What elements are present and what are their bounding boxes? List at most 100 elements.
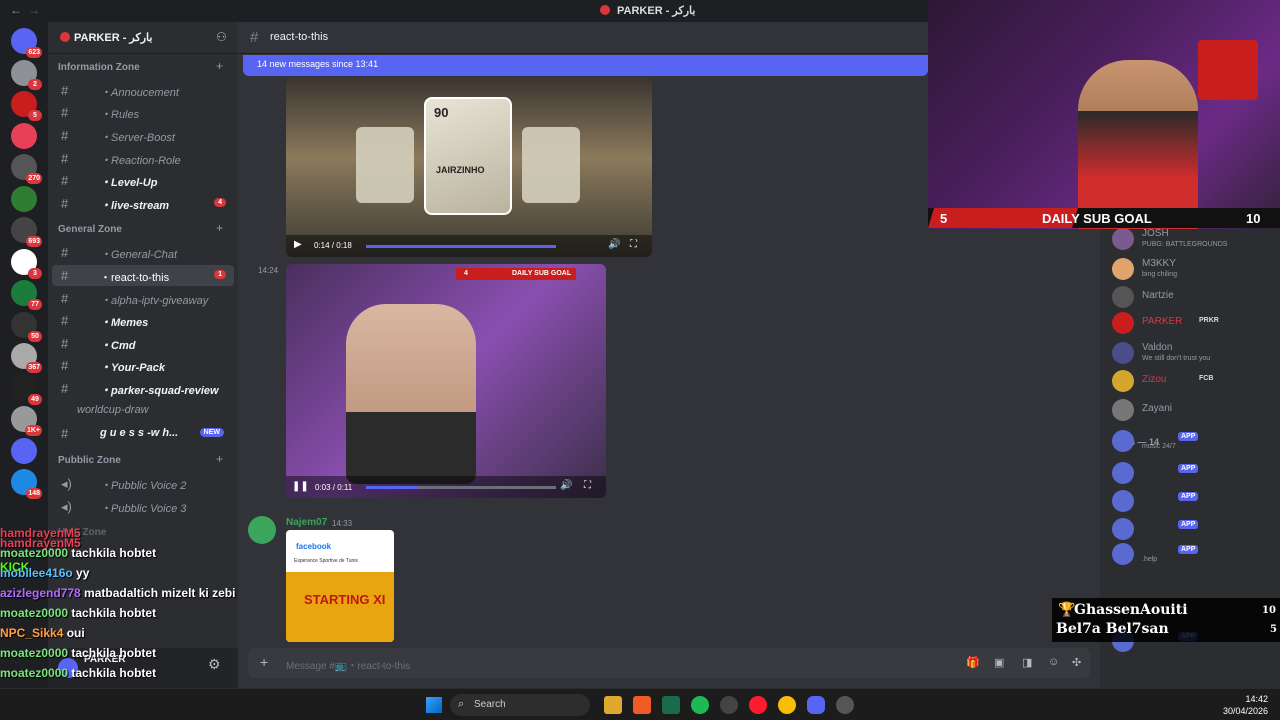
channel-item[interactable]: worldcup-draw (52, 400, 234, 421)
volume-icon[interactable]: 🔊 (608, 239, 620, 250)
member-item[interactable]: PARKER PRKR (1112, 312, 1277, 334)
progress-bar[interactable] (366, 486, 556, 489)
bot-item[interactable]: APP (1112, 518, 1277, 540)
member-item[interactable]: Zizou FCB (1112, 370, 1277, 392)
channel-item[interactable]: # ・live-stream 4 (52, 193, 234, 214)
message-input[interactable]: + Message #📺・react-to-this 🎁 ▣ ◨ ☺ ✣ (248, 648, 1090, 678)
server-icon[interactable]: 2 (11, 59, 42, 90)
channel-item[interactable]: # ・Annoucement (52, 80, 234, 101)
message-author[interactable]: Najem07 (286, 517, 327, 528)
channel-item[interactable]: ◂) ・Pubblic Voice 3 (52, 496, 234, 517)
server-icon[interactable] (11, 122, 37, 149)
server-badge: 5 (28, 110, 42, 121)
gif-icon[interactable]: ▣ (994, 656, 1004, 669)
chat-username: hamdrayenM5 (0, 526, 81, 540)
channel-item[interactable]: # ・Cmd (52, 333, 234, 354)
bot-item[interactable]: APP .help (1112, 543, 1277, 565)
channel-item[interactable]: # ・Rules (52, 102, 234, 123)
gift-icon[interactable]: 🎁 (966, 656, 980, 669)
channel-item[interactable]: # g u e s s -w h... NEW (52, 423, 234, 444)
back-arrow-icon[interactable]: ← (10, 3, 22, 17)
member-item[interactable]: Nartzie (1112, 286, 1277, 308)
image-attachment[interactable]: facebook Esperance Sportive de Tunis STA… (286, 530, 394, 642)
volume-icon[interactable]: 🔊 (560, 480, 572, 491)
server-icon[interactable]: 50 (11, 311, 42, 342)
member-item[interactable]: Zayani (1112, 399, 1277, 421)
channel-item[interactable]: # ・Server-Boost (52, 125, 234, 146)
hash-icon: # (61, 83, 69, 98)
avatar (1112, 399, 1134, 421)
new-messages-bar[interactable]: 14 new messages since 13:41 (243, 55, 928, 76)
channel-item[interactable]: # ・General-Chat (52, 242, 234, 263)
server-icon[interactable]: 49 (11, 374, 42, 405)
server-icon (60, 32, 70, 42)
add-channel-icon[interactable]: + (216, 59, 223, 73)
progress-bar[interactable] (366, 245, 556, 248)
channel-label: ・alpha-iptv-giveaway (100, 295, 209, 307)
emoji-icon[interactable]: ☺ (1048, 656, 1059, 668)
server-icon[interactable]: 270 (11, 154, 42, 184)
server-icon[interactable]: 693 (11, 217, 42, 247)
channel-item[interactable]: # ・Reaction-Role (52, 148, 234, 169)
app-icon[interactable] (836, 696, 854, 714)
player-card-left (356, 127, 414, 203)
play-icon[interactable]: ▶ (294, 239, 302, 250)
add-attachment-icon[interactable]: + (260, 654, 268, 670)
fullscreen-icon[interactable]: ⛶ (584, 480, 591, 491)
avatar (1112, 342, 1134, 364)
app-icon[interactable] (662, 696, 680, 714)
hash-icon: # (250, 29, 259, 46)
channel-item[interactable]: # ・react-to-this 1 (52, 265, 234, 286)
channel-item[interactable]: # ・Level-Up (52, 170, 234, 191)
app-tag: APP (1178, 464, 1199, 473)
person-figure (346, 304, 476, 484)
server-header[interactable]: PARKER - باركر ⚇ (48, 22, 238, 54)
server-icon[interactable]: 1K+ (11, 406, 42, 436)
fullscreen-icon[interactable]: ⛶ (630, 239, 637, 250)
video-player-1[interactable]: 90 JAIRZINHO ▶ 0:14 / 0:18 🔊 ⛶ (286, 77, 652, 257)
bot-item[interactable]: APP (1112, 462, 1277, 484)
add-channel-icon[interactable]: + (216, 452, 223, 466)
apps-icon[interactable]: ✣ (1072, 656, 1081, 669)
video-player-2[interactable]: 4 DAILY SUB GOAL ❚❚ 0:03 / 0:11 🔊 ⛶ (286, 264, 606, 498)
channel-item[interactable]: # ・alpha-iptv-giveaway (52, 288, 234, 309)
channel-item[interactable]: # ・Memes (52, 310, 234, 331)
server-icon[interactable] (11, 437, 37, 464)
category-information[interactable]: Information Zone (58, 62, 140, 73)
server-icon[interactable]: 3 (11, 248, 42, 279)
category-general[interactable]: General Zone (58, 224, 122, 235)
sticker-icon[interactable]: ◨ (1022, 656, 1032, 669)
discord-icon[interactable] (807, 696, 825, 714)
member-item[interactable]: JOSH PUBG: BATTLEGROUNDS (1112, 228, 1277, 250)
server-badge: 270 (26, 173, 42, 184)
app-icon[interactable] (720, 696, 738, 714)
server-icon[interactable]: 148 (11, 469, 42, 499)
folder-icon[interactable] (604, 696, 622, 714)
bot-item[interactable]: APP music 24/7 (1112, 430, 1277, 452)
chrome-icon[interactable] (778, 696, 796, 714)
channel-label: ・Cmd (100, 340, 136, 352)
opera-icon[interactable] (749, 696, 767, 714)
avatar (1112, 258, 1134, 280)
server-icon[interactable]: 367 (11, 343, 42, 373)
channel-item[interactable]: ◂) ・Pubblic Voice 2 (52, 473, 234, 494)
bot-item[interactable]: APP (1112, 490, 1277, 512)
member-item[interactable]: M3KKY bing chiling (1112, 258, 1277, 280)
windows-start-icon[interactable] (426, 697, 442, 713)
category-public[interactable]: Pubblic Zone (58, 455, 121, 466)
server-icon[interactable] (11, 185, 37, 212)
spotify-icon[interactable] (691, 696, 709, 714)
channel-item[interactable]: # ・parker-squad-review (52, 378, 234, 399)
add-channel-icon[interactable]: + (216, 221, 223, 235)
add-member-icon[interactable]: ⚇ (216, 30, 227, 44)
brave-icon[interactable] (633, 696, 651, 714)
search-box[interactable]: ⌕ Search (450, 694, 590, 716)
server-icon[interactable]: 623 (11, 28, 42, 58)
pause-icon[interactable]: ❚❚ (292, 481, 309, 492)
member-item[interactable]: Valdon We still don't trust you (1112, 342, 1277, 364)
channel-item[interactable]: # ・Your-Pack (52, 355, 234, 376)
stream-chat-line: NPC_Sikk4 oui (0, 626, 85, 640)
server-icon[interactable]: 77 (11, 280, 42, 310)
server-icon[interactable]: 5 (11, 91, 42, 121)
forward-arrow-icon[interactable]: → (28, 3, 40, 17)
